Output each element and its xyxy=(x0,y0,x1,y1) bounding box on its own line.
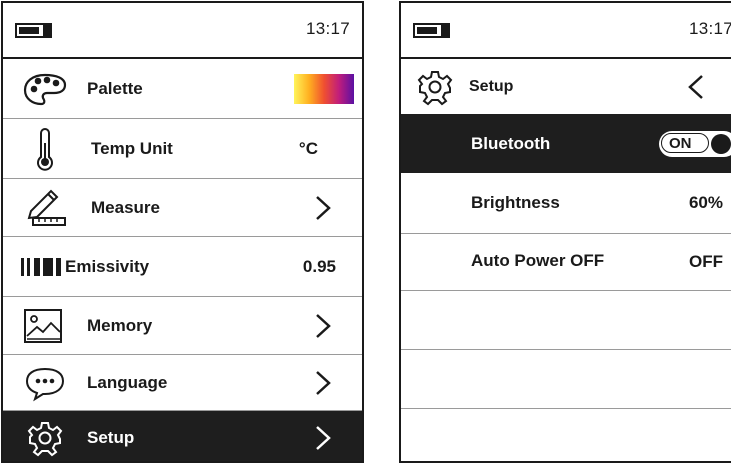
menu-item-measure[interactable]: Measure xyxy=(3,179,362,237)
chevron-right-icon xyxy=(316,426,331,450)
menu-item-language[interactable]: Language xyxy=(3,355,362,411)
menu-item-label: Memory xyxy=(87,315,153,335)
clock: 13:17 xyxy=(305,19,350,38)
menu-item-label: Measure xyxy=(91,197,160,217)
battery-icon xyxy=(413,23,450,38)
setting-label: Auto Power OFF xyxy=(471,250,605,270)
bluetooth-toggle[interactable]: ON xyxy=(659,130,731,157)
chevron-left-icon[interactable] xyxy=(687,74,705,100)
brightness-value: 60% xyxy=(688,193,723,212)
menu-item-palette[interactable]: Palette xyxy=(3,59,362,119)
status-bar: 13:17 xyxy=(401,3,731,59)
setting-label: Bluetooth xyxy=(471,133,551,153)
menu-item-label: Setup xyxy=(87,428,135,447)
chevron-right-icon xyxy=(316,313,331,338)
gear-icon xyxy=(417,70,453,105)
setup-screen: 13:17 Setup Bluetooth ON Brightness 60% … xyxy=(399,1,731,463)
menu-item-setup[interactable]: Setup xyxy=(3,411,362,461)
palette-icon xyxy=(23,73,67,105)
emissivity-value: 0.95 xyxy=(302,256,336,276)
clock: 13:17 xyxy=(688,19,731,38)
speech-bubble-icon xyxy=(25,367,65,401)
chevron-right-icon xyxy=(316,370,331,395)
gear-icon xyxy=(27,422,63,457)
toggle-state: ON xyxy=(669,134,692,152)
image-icon xyxy=(24,308,62,343)
chevron-right-icon xyxy=(316,195,331,220)
menu-item-memory[interactable]: Memory xyxy=(3,297,362,355)
setting-auto-power-off[interactable]: Auto Power OFF OFF xyxy=(401,234,731,291)
empty-row xyxy=(401,291,731,350)
menu-item-label: Emissivity xyxy=(65,256,150,276)
temp-unit-value: °C xyxy=(298,138,318,158)
palette-gradient-swatch xyxy=(294,73,354,104)
setup-title: Setup xyxy=(469,77,514,95)
emissivity-bars-icon xyxy=(21,257,61,276)
setting-bluetooth[interactable]: Bluetooth ON xyxy=(401,114,731,173)
setting-brightness[interactable]: Brightness 60% xyxy=(401,173,731,234)
status-bar: 13:17 xyxy=(3,3,362,59)
menu-item-label: Temp Unit xyxy=(91,138,173,158)
menu-item-temp-unit[interactable]: Temp Unit °C xyxy=(3,119,362,179)
menu-item-label: Language xyxy=(87,372,168,392)
setup-header: Setup xyxy=(401,59,731,114)
auto-power-off-value: OFF xyxy=(689,252,723,271)
main-menu-screen: 13:17 Palette Temp Unit °C Measure Emiss… xyxy=(1,1,364,463)
pencil-ruler-icon xyxy=(27,189,66,226)
battery-icon xyxy=(15,23,52,38)
menu-item-label: Palette xyxy=(87,78,143,98)
toggle-knob xyxy=(711,133,731,154)
setting-label: Brightness xyxy=(471,193,560,212)
menu-item-emissivity[interactable]: Emissivity 0.95 xyxy=(3,237,362,297)
empty-row xyxy=(401,350,731,409)
thermometer-icon xyxy=(37,127,53,171)
